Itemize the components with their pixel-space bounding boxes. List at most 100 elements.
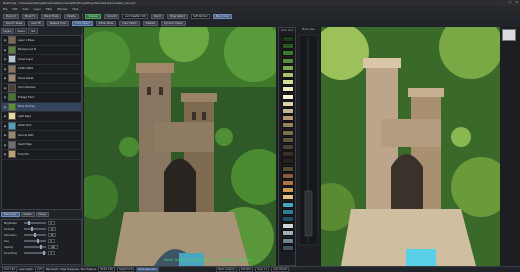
tab-layers[interactable]: Layers — [1, 28, 14, 34]
property-value[interactable]: 3 — [48, 251, 55, 255]
tool-color-select[interactable]: Color Select — [72, 21, 93, 26]
tool-sharpen[interactable]: Sharpen — [85, 13, 102, 19]
layer-row[interactable]: ◉ Light Rays — [2, 112, 81, 122]
property-value[interactable]: 0 — [48, 221, 55, 225]
color-swatch[interactable] — [282, 158, 294, 165]
property-slider[interactable] — [24, 251, 46, 255]
color-swatch[interactable] — [282, 57, 294, 64]
tab-hist[interactable]: Hist — [28, 28, 38, 34]
zoom-field[interactable]: 100.00% — [238, 267, 254, 272]
property-slider[interactable] — [24, 221, 46, 225]
color-swatch[interactable] — [282, 151, 294, 158]
source-canvas[interactable] — [84, 27, 276, 266]
color-swatch[interactable] — [282, 64, 294, 71]
property-value[interactable]: 45 — [48, 233, 57, 237]
layer-row[interactable]: ◉ Castle Walls — [2, 64, 81, 74]
property-value[interactable]: 12 — [48, 227, 57, 231]
close-icon[interactable]: ✕ — [515, 0, 518, 4]
menu-help[interactable]: Help — [72, 8, 78, 11]
color-swatch[interactable] — [282, 194, 294, 201]
layer-row[interactable]: ◉ Foliage Front — [2, 93, 81, 103]
color-swatch[interactable] — [282, 93, 294, 100]
color-swatch[interactable] — [282, 144, 294, 150]
color-swatch[interactable] — [282, 122, 294, 129]
color-swatch[interactable] — [282, 108, 294, 114]
delete-layer-button[interactable]: Delete — [20, 212, 35, 217]
tool-brush-fx[interactable]: Brush Fx — [21, 13, 39, 19]
depth-value-field[interactable]: 0.25 — [34, 267, 44, 272]
color-swatch[interactable] — [282, 79, 294, 86]
property-slider[interactable] — [24, 245, 46, 249]
color-swatch[interactable] — [282, 216, 294, 222]
layer-row[interactable]: ◉ Ground Path — [2, 131, 81, 141]
layer-row[interactable]: ◉ Stone Detail — [2, 74, 81, 84]
property-slider[interactable] — [24, 227, 46, 231]
color-swatch[interactable] — [282, 244, 294, 251]
tool-edge-detect[interactable]: Edge Detect — [166, 13, 188, 19]
tool-dynamic-depth[interactable]: Dynamic Depth — [161, 21, 186, 26]
menu-file[interactable]: File — [3, 8, 7, 11]
mesh-analyzer-button[interactable]: Mesh Analyzer — [216, 267, 237, 272]
menu-view[interactable]: View — [22, 8, 28, 11]
preview-canvas[interactable] — [321, 27, 500, 266]
tool-pixelate[interactable]: Pixelate — [142, 21, 159, 26]
maximize-icon[interactable]: □ — [509, 0, 512, 4]
color-swatch[interactable] — [282, 129, 294, 136]
color-swatch[interactable] — [282, 86, 294, 93]
layer-row[interactable]: ◉ Water Pool — [2, 121, 81, 131]
thumbnail-preview[interactable] — [502, 29, 516, 41]
tab-masks[interactable]: Masks — [14, 28, 28, 34]
property-value[interactable]: 100 — [48, 245, 58, 249]
tool-palette[interactable]: Palette — [64, 13, 79, 19]
layer-row[interactable]: ◉ Depth Map — [2, 140, 81, 150]
tool-auto-fill[interactable]: Auto Fill — [28, 21, 44, 26]
color-swatch[interactable] — [282, 115, 294, 122]
property-slider[interactable] — [24, 233, 46, 237]
snap-button[interactable]: Snap 1:1 — [255, 267, 270, 272]
layer-row[interactable]: ◉ Layer 1 Base — [2, 36, 81, 46]
color-swatch[interactable] — [282, 180, 294, 186]
color-swatch[interactable] — [282, 172, 294, 179]
layer-row[interactable]: ◉ Arch Shadows — [2, 83, 81, 93]
auto-detect-button[interactable]: Auto Detect — [271, 267, 290, 272]
layer-row[interactable]: ◉ Moss Overlay — [2, 102, 81, 112]
layer-row[interactable]: ◉ Final Mix — [2, 150, 81, 160]
tool-replace-color[interactable]: Replace Color — [46, 21, 70, 26]
blend-over-button[interactable]: Blend Over — [212, 13, 233, 19]
tool-fx-rules[interactable]: Pixel Fx Rules — [3, 21, 26, 26]
menu-filter[interactable]: Filter — [46, 8, 52, 11]
color-swatch[interactable] — [282, 100, 294, 107]
grid-field[interactable]: Grid 1.00 — [2, 267, 17, 272]
color-swatch[interactable] — [282, 43, 294, 50]
layer-row[interactable]: ◉ Cloud Layer — [2, 55, 81, 65]
color-swatch[interactable] — [282, 237, 294, 244]
tool-pixel-art[interactable]: Pixel Art — [3, 13, 19, 19]
menu-edit[interactable]: Edit — [12, 8, 17, 11]
menu-window[interactable]: Window — [57, 8, 67, 11]
height-field[interactable]: Height 0.00 — [116, 267, 135, 272]
color-swatch[interactable] — [282, 72, 294, 78]
color-swatch[interactable] — [282, 223, 294, 230]
mode-field[interactable]: Soft Normal — [190, 13, 210, 19]
color-swatch[interactable] — [282, 36, 294, 42]
tool-dither-mode[interactable]: Dither Mode — [95, 21, 117, 26]
width-field[interactable]: Width 0.00 — [98, 267, 115, 272]
property-slider[interactable] — [24, 239, 46, 243]
minimize-icon[interactable]: – — [503, 0, 505, 4]
color-swatch[interactable] — [282, 208, 294, 215]
menu-layer[interactable]: Layer — [34, 8, 41, 11]
tool-color-match[interactable]: Color Match — [119, 21, 140, 26]
lock-palette-field[interactable]: Lock Palette 3.00 — [122, 13, 148, 19]
color-swatch[interactable] — [282, 201, 294, 208]
merge-layer-button[interactable]: Merge — [35, 212, 49, 217]
color-swatch[interactable] — [282, 50, 294, 57]
color-swatch[interactable] — [282, 230, 294, 237]
mesh-resolution-button[interactable]: Mesh Resolution — [136, 267, 160, 272]
property-value[interactable]: 0 — [48, 239, 55, 243]
new-layer-button[interactable]: New Layer — [1, 212, 20, 217]
color-swatch[interactable] — [282, 165, 294, 172]
tool-smooth[interactable]: Smooth — [104, 13, 120, 19]
layer-row[interactable]: ◉Background Sky — [2, 45, 81, 55]
color-swatch[interactable] — [282, 136, 294, 143]
tool-pencil[interactable]: Pencil — [150, 13, 164, 19]
